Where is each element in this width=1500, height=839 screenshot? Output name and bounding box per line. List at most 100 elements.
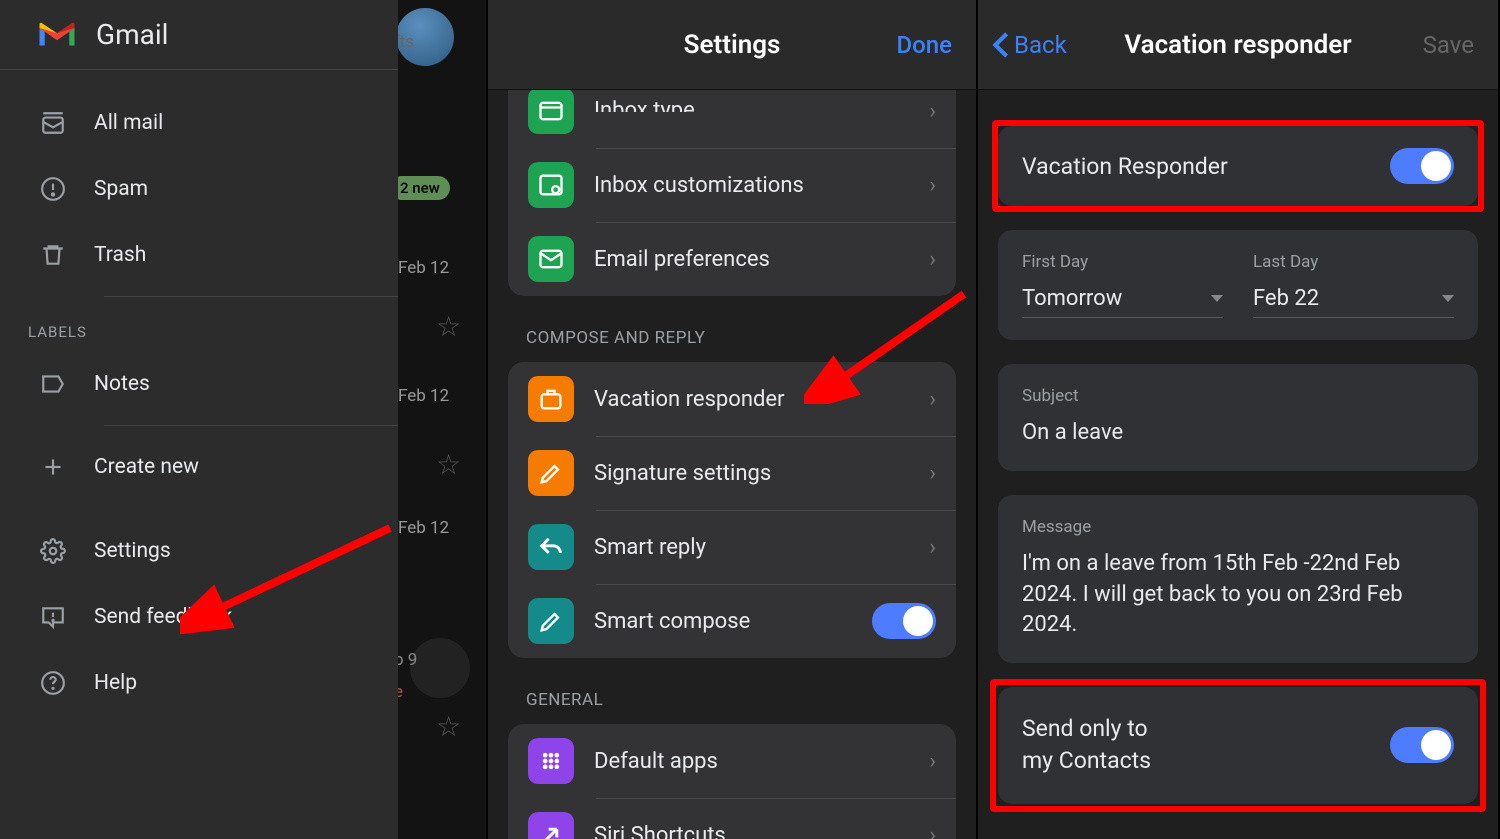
contacts-only-card: Send only to my Contacts xyxy=(998,687,1478,803)
row-label: Vacation responder xyxy=(594,387,909,412)
star-icon: ☆ xyxy=(436,310,461,343)
gmail-header: Gmail xyxy=(0,0,398,70)
panel-settings: Settings Done Inbox type › Inbox customi… xyxy=(488,0,978,839)
settings-row-default-apps[interactable]: Default apps › xyxy=(508,724,956,798)
vacation-form: Vacation Responder First Day Tomorrow La… xyxy=(978,90,1498,839)
vacation-responder-toggle-card: Vacation Responder xyxy=(998,126,1478,206)
settings-row-smart-reply[interactable]: Smart reply › xyxy=(508,510,956,584)
settings-row-email-preferences[interactable]: Email preferences › xyxy=(508,222,956,296)
date-text: Feb 12 xyxy=(398,518,449,538)
subject-card[interactable]: Subject On a leave xyxy=(998,364,1478,471)
first-day-value: Tomorrow xyxy=(1022,286,1122,311)
star-icon: ☆ xyxy=(436,448,461,481)
drawer-item-spam[interactable]: Spam xyxy=(0,156,398,222)
vacation-responder-toggle[interactable] xyxy=(1390,148,1454,184)
bg-char: e xyxy=(398,682,403,702)
row-label: Inbox customizations xyxy=(594,173,909,198)
app-title: Gmail xyxy=(96,18,168,51)
bg-drafts-text: Drafts xyxy=(398,32,414,52)
chevron-right-icon: › xyxy=(929,461,936,486)
save-button[interactable]: Save xyxy=(1423,31,1474,59)
message-card[interactable]: Message I'm on a leave from 15th Feb -22… xyxy=(998,495,1478,663)
date-text: Feb 12 xyxy=(398,258,449,278)
contacts-only-label: Send only to my Contacts xyxy=(1022,713,1151,777)
new-badge: 2 new xyxy=(398,176,450,200)
inbox-cog-icon xyxy=(528,162,574,208)
settings-row-siri-shortcuts[interactable]: Siri Shortcuts › xyxy=(508,798,956,839)
labels-header: LABELS xyxy=(0,305,398,351)
chevron-down-icon xyxy=(1211,295,1223,302)
drawer-item-label: Settings xyxy=(94,539,171,563)
drawer-item-label: All mail xyxy=(94,111,163,135)
last-day-select[interactable]: Feb 22 xyxy=(1253,280,1454,318)
chevron-right-icon: › xyxy=(929,387,936,412)
help-icon xyxy=(40,670,66,696)
divider xyxy=(104,296,398,297)
date-text: b 9 xyxy=(398,650,417,670)
row-label: Smart compose xyxy=(594,609,852,634)
drawer-item-trash[interactable]: Trash xyxy=(0,222,398,288)
chevron-left-icon xyxy=(992,31,1010,59)
drawer-item-label: Help xyxy=(94,671,137,695)
briefcase-icon xyxy=(528,376,574,422)
settings-group-compose: Vacation responder › Signature settings … xyxy=(508,362,956,658)
compose-fab xyxy=(410,638,470,698)
navigation-drawer: Gmail All mail Spam Trash xyxy=(0,0,398,839)
message-value: I'm on a leave from 15th Feb -22nd Feb 2… xyxy=(1022,549,1454,641)
nav-header: Back Vacation responder Save xyxy=(978,0,1498,90)
plus-icon xyxy=(40,454,66,480)
row-label: Smart reply xyxy=(594,535,909,560)
dates-card: First Day Tomorrow Last Day Feb 22 xyxy=(998,230,1478,340)
settings-group-inbox: Inbox type › Inbox customizations › Emai… xyxy=(508,90,956,296)
row-label: Default apps xyxy=(594,749,909,774)
drawer-item-settings[interactable]: Settings xyxy=(0,518,398,584)
section-header-compose: COMPOSE AND REPLY xyxy=(508,296,956,362)
contacts-only-toggle[interactable] xyxy=(1390,727,1454,763)
row-label: Email preferences xyxy=(594,247,909,272)
settings-row-signature-settings[interactable]: Signature settings › xyxy=(508,436,956,510)
subject-label: Subject xyxy=(1022,386,1454,406)
section-header-general: GENERAL xyxy=(508,658,956,724)
drawer-item-all-mail[interactable]: All mail xyxy=(0,90,398,156)
settings-scroll[interactable]: Inbox type › Inbox customizations › Emai… xyxy=(488,90,976,839)
back-label: Back xyxy=(1014,31,1067,59)
all-mail-icon xyxy=(40,110,66,136)
shortcut-icon xyxy=(528,812,574,839)
row-label: Signature settings xyxy=(594,461,909,486)
settings-row-smart-compose[interactable]: Smart compose xyxy=(508,584,956,658)
subject-value: On a leave xyxy=(1022,418,1454,449)
trash-icon xyxy=(40,242,66,268)
drawer-item-send-feedback[interactable]: Send feedback xyxy=(0,584,398,650)
done-button[interactable]: Done xyxy=(897,31,953,59)
first-day-select[interactable]: Tomorrow xyxy=(1022,280,1223,318)
settings-row-inbox-type[interactable]: Inbox type › xyxy=(508,90,956,148)
pen-icon xyxy=(528,450,574,496)
inbox-background: Drafts 2 new Feb 12 ☆ Feb 12 ☆ Feb 12 b … xyxy=(398,0,486,839)
drawer-item-label: Notes xyxy=(94,372,150,396)
star-icon: ☆ xyxy=(436,710,461,743)
last-day-value: Feb 22 xyxy=(1253,286,1319,311)
panel-drawer: Gmail All mail Spam Trash xyxy=(0,0,488,839)
page-title: Vacation responder xyxy=(1124,30,1351,60)
label-icon xyxy=(40,371,66,397)
drawer-item-label: Trash xyxy=(94,243,146,267)
chevron-right-icon: › xyxy=(929,99,936,124)
settings-row-vacation-responder[interactable]: Vacation responder › xyxy=(508,362,956,436)
row-label: Siri Shortcuts xyxy=(594,823,909,839)
date-text: Feb 12 xyxy=(398,386,449,406)
divider xyxy=(104,425,398,426)
feedback-icon xyxy=(40,604,66,630)
grid-icon xyxy=(528,738,574,784)
drawer-item-label: Spam xyxy=(94,177,148,201)
drawer-item-help[interactable]: Help xyxy=(0,650,398,716)
gear-icon xyxy=(40,538,66,564)
drawer-item-create-new[interactable]: Create new xyxy=(0,434,398,500)
inbox-icon xyxy=(528,90,574,134)
page-title: Settings xyxy=(684,30,781,60)
smart-compose-toggle[interactable] xyxy=(872,603,936,639)
back-button[interactable]: Back xyxy=(992,31,1067,59)
settings-row-inbox-customizations[interactable]: Inbox customizations › xyxy=(508,148,956,222)
chevron-right-icon: › xyxy=(929,535,936,560)
chevron-right-icon: › xyxy=(929,823,936,839)
drawer-item-notes[interactable]: Notes xyxy=(0,351,398,417)
